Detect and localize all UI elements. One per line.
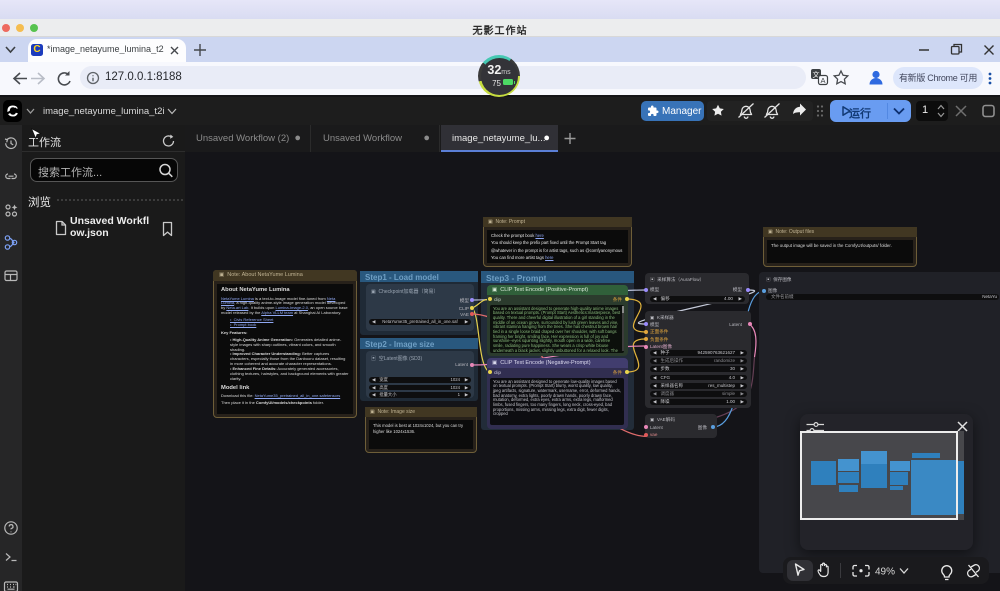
svg-text:49%: 49% — [875, 567, 895, 578]
svg-text:A: A — [820, 76, 825, 85]
